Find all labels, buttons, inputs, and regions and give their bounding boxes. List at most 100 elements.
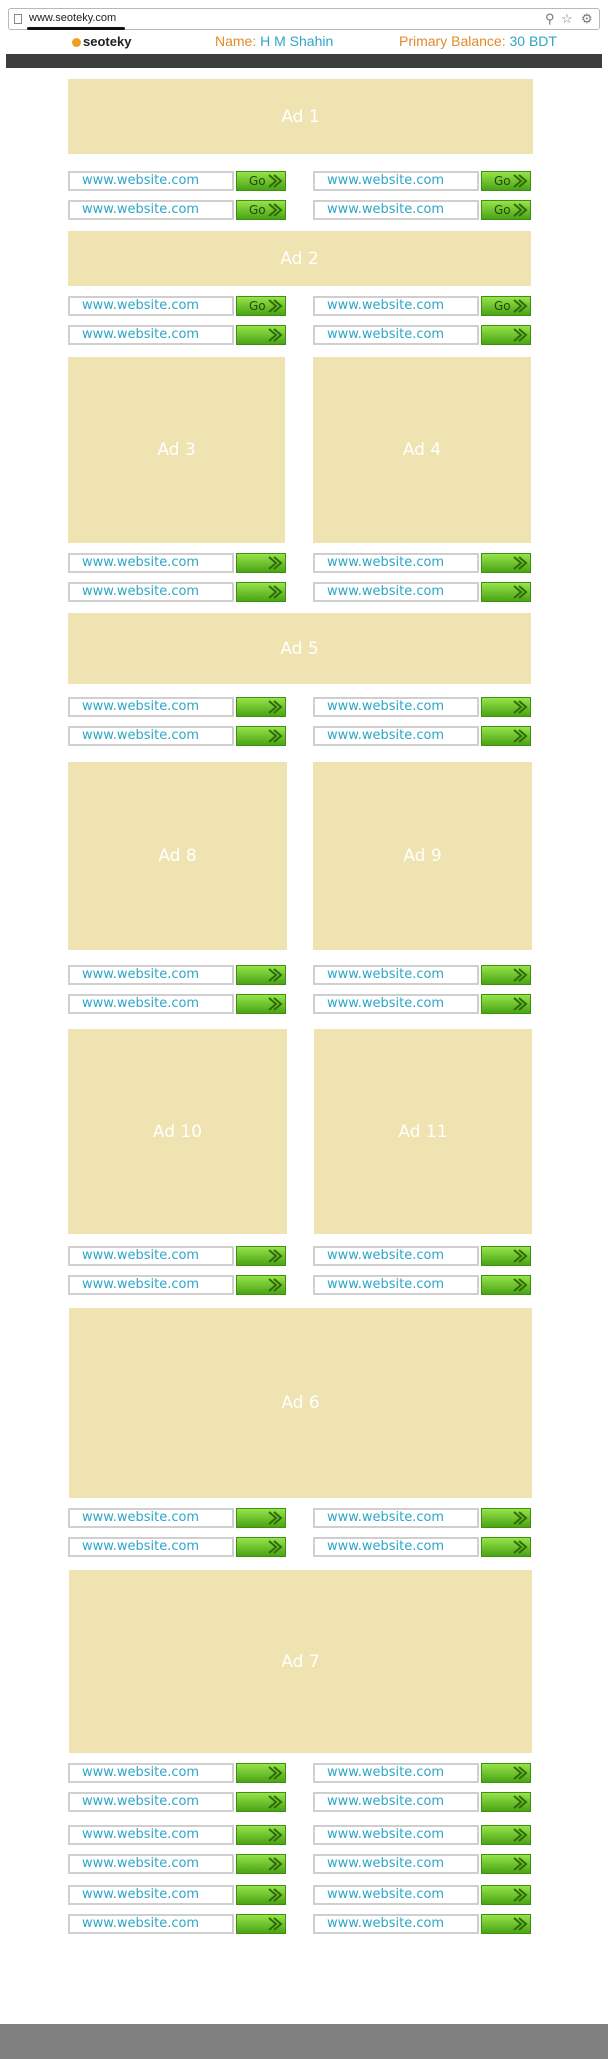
- website-url-field[interactable]: www.website.com: [68, 1763, 234, 1783]
- website-url-field[interactable]: www.website.com: [313, 1792, 479, 1812]
- website-url-field[interactable]: www.website.com: [313, 1246, 479, 1266]
- website-url-field[interactable]: www.website.com: [313, 325, 479, 345]
- ad-banner[interactable]: Ad 8: [68, 762, 287, 950]
- website-url-field[interactable]: www.website.com: [313, 726, 479, 746]
- website-url-field[interactable]: www.website.com: [68, 1914, 234, 1934]
- ad-banner[interactable]: Ad 10: [68, 1029, 287, 1234]
- visit-arrow-button[interactable]: [236, 1914, 286, 1934]
- go-button[interactable]: Go: [236, 296, 286, 316]
- visit-arrow-button[interactable]: [236, 1508, 286, 1528]
- ad-banner[interactable]: Ad 9: [313, 762, 532, 950]
- link-row: www.website.com: [313, 1763, 531, 1783]
- website-url-field[interactable]: www.website.com: [313, 200, 479, 220]
- visit-arrow-button[interactable]: [236, 994, 286, 1014]
- go-button[interactable]: Go: [236, 200, 286, 220]
- address-bar[interactable]: www.seoteky.com ⚲ ☆ ⚙: [8, 8, 600, 30]
- website-url-field[interactable]: www.website.com: [68, 697, 234, 717]
- visit-arrow-button[interactable]: [236, 1854, 286, 1874]
- visit-arrow-button[interactable]: [236, 325, 286, 345]
- website-url-field[interactable]: www.website.com: [68, 582, 234, 602]
- website-url-field[interactable]: www.website.com: [68, 1825, 234, 1845]
- website-url-field[interactable]: www.website.com: [68, 296, 234, 316]
- ad-banner[interactable]: Ad 4: [313, 357, 531, 543]
- website-url-field[interactable]: www.website.com: [313, 553, 479, 573]
- visit-arrow-button[interactable]: [236, 1792, 286, 1812]
- website-url-field[interactable]: www.website.com: [68, 1246, 234, 1266]
- visit-arrow-button[interactable]: [236, 582, 286, 602]
- visit-arrow-button[interactable]: [236, 965, 286, 985]
- visit-arrow-button[interactable]: [236, 1763, 286, 1783]
- visit-arrow-button[interactable]: [481, 1914, 531, 1934]
- ad-banner[interactable]: Ad 6: [69, 1308, 532, 1498]
- website-url-field[interactable]: www.website.com: [68, 1508, 234, 1528]
- website-url-field[interactable]: www.website.com: [68, 553, 234, 573]
- go-button[interactable]: Go: [236, 171, 286, 191]
- ad-banner[interactable]: Ad 1: [68, 79, 533, 154]
- visit-arrow-button[interactable]: [236, 697, 286, 717]
- website-url-field[interactable]: www.website.com: [68, 200, 234, 220]
- ad-banner[interactable]: Ad 11: [314, 1029, 532, 1234]
- visit-arrow-button[interactable]: [481, 1763, 531, 1783]
- website-url-field[interactable]: www.website.com: [313, 1275, 479, 1295]
- visit-arrow-button[interactable]: [236, 1246, 286, 1266]
- visit-arrow-button[interactable]: [236, 1885, 286, 1905]
- website-url-field[interactable]: www.website.com: [313, 1508, 479, 1528]
- ad-banner[interactable]: Ad 3: [68, 357, 285, 543]
- website-url-field[interactable]: www.website.com: [313, 697, 479, 717]
- website-url-field[interactable]: www.website.com: [68, 1275, 234, 1295]
- settings-icon[interactable]: ⚙: [581, 11, 593, 27]
- visit-arrow-button[interactable]: [236, 1537, 286, 1557]
- visit-arrow-button[interactable]: [481, 1854, 531, 1874]
- website-url-field[interactable]: www.website.com: [68, 965, 234, 985]
- website-url-field[interactable]: www.website.com: [68, 726, 234, 746]
- visit-arrow-button[interactable]: [236, 1275, 286, 1295]
- visit-arrow-button[interactable]: [481, 1508, 531, 1528]
- visit-arrow-button[interactable]: [481, 726, 531, 746]
- website-url-field[interactable]: www.website.com: [313, 1763, 479, 1783]
- visit-arrow-button[interactable]: [481, 582, 531, 602]
- website-url-field[interactable]: www.website.com: [313, 296, 479, 316]
- website-url-field[interactable]: www.website.com: [68, 171, 234, 191]
- visit-arrow-button[interactable]: [236, 1825, 286, 1845]
- visit-arrow-button[interactable]: [481, 1246, 531, 1266]
- visit-arrow-button[interactable]: [481, 1885, 531, 1905]
- website-url-field[interactable]: www.website.com: [313, 1885, 479, 1905]
- site-logo[interactable]: seoteky: [72, 34, 131, 49]
- visit-arrow-button[interactable]: [481, 697, 531, 717]
- website-url-field[interactable]: www.website.com: [313, 1537, 479, 1557]
- page-icon: [14, 14, 22, 24]
- visit-arrow-button[interactable]: [236, 726, 286, 746]
- website-url-field[interactable]: www.website.com: [313, 171, 479, 191]
- visit-arrow-button[interactable]: [481, 1537, 531, 1557]
- website-url-field[interactable]: www.website.com: [68, 994, 234, 1014]
- visit-arrow-button[interactable]: [481, 325, 531, 345]
- balance-value: 30 BDT: [509, 33, 557, 49]
- star-icon[interactable]: ☆: [561, 11, 573, 27]
- visit-arrow-button[interactable]: [481, 1825, 531, 1845]
- website-url-field[interactable]: www.website.com: [313, 1854, 479, 1874]
- website-url-field[interactable]: www.website.com: [313, 582, 479, 602]
- visit-arrow-button[interactable]: [481, 1792, 531, 1812]
- website-url-field[interactable]: www.website.com: [313, 1825, 479, 1845]
- address-url[interactable]: www.seoteky.com: [29, 12, 116, 24]
- website-url-field[interactable]: www.website.com: [68, 1885, 234, 1905]
- ad-banner[interactable]: Ad 2: [68, 231, 531, 286]
- website-url-field[interactable]: www.website.com: [68, 1854, 234, 1874]
- website-url-field[interactable]: www.website.com: [313, 1914, 479, 1934]
- ad-banner[interactable]: Ad 7: [69, 1570, 532, 1753]
- website-url-field[interactable]: www.website.com: [313, 965, 479, 985]
- search-icon[interactable]: ⚲: [545, 11, 555, 27]
- website-url-field[interactable]: www.website.com: [68, 325, 234, 345]
- visit-arrow-button[interactable]: [236, 553, 286, 573]
- ad-banner[interactable]: Ad 5: [68, 613, 531, 684]
- visit-arrow-button[interactable]: [481, 994, 531, 1014]
- visit-arrow-button[interactable]: [481, 1275, 531, 1295]
- website-url-field[interactable]: www.website.com: [68, 1537, 234, 1557]
- website-url-field[interactable]: www.website.com: [68, 1792, 234, 1812]
- website-url-field[interactable]: www.website.com: [313, 994, 479, 1014]
- go-button[interactable]: Go: [481, 296, 531, 316]
- go-button[interactable]: Go: [481, 171, 531, 191]
- go-button[interactable]: Go: [481, 200, 531, 220]
- visit-arrow-button[interactable]: [481, 965, 531, 985]
- visit-arrow-button[interactable]: [481, 553, 531, 573]
